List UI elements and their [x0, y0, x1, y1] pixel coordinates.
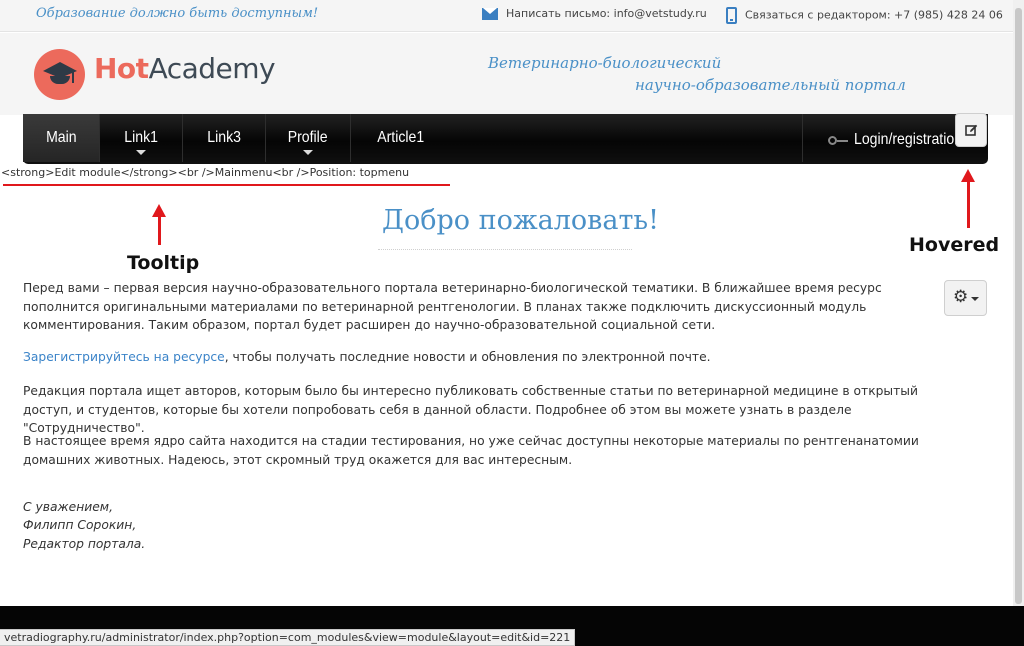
page-title: Добро пожаловать!: [382, 205, 659, 236]
gear-icon: ⚙: [953, 287, 969, 307]
tooltip-underline: [3, 184, 450, 186]
article-paragraph-2: Зарегистрируйтесь на ресурсе, чтобы полу…: [23, 350, 711, 364]
hovered-annotation: Hovered: [909, 234, 1000, 256]
hovered-arrow: [961, 169, 975, 228]
envelope-icon: [482, 8, 498, 20]
article-paragraph-4: В настоящее время ядро сайта находится н…: [23, 434, 919, 467]
contact-phone-text: Связаться с редактором: +7 (985) 428 24 …: [745, 8, 1003, 22]
key-icon: [828, 136, 848, 145]
article-options-button[interactable]: ⚙: [944, 280, 987, 316]
signature-line-1: С уважением,: [23, 500, 113, 514]
nav-item-profile[interactable]: Profile: [266, 114, 351, 162]
top-strip: Образование должно быть доступным! Напис…: [0, 0, 1024, 32]
nav-item-link1[interactable]: Link1: [100, 114, 183, 162]
top-menu: Main Link1 Link3 Profile Article1 Login/…: [23, 114, 988, 164]
nav-item-article1[interactable]: Article1: [351, 114, 451, 162]
mobile-phone-icon: [726, 7, 737, 24]
contact-phone[interactable]: Связаться с редактором: +7 (985) 428 24 …: [726, 7, 1003, 24]
portal-tagline-line1: Ветеринарно-биологический: [488, 54, 722, 72]
graduation-cap-icon[interactable]: [34, 49, 85, 100]
site-slogan: Образование должно быть доступным!: [36, 6, 319, 21]
article-paragraph-3: Редакция портала ищет авторов, которым б…: [23, 384, 919, 435]
edit-icon: [965, 124, 978, 136]
scrollbar-thumb[interactable]: [1015, 8, 1022, 604]
article-paragraph-1: Перед вами – первая версия научно-образо…: [23, 281, 882, 332]
register-link[interactable]: Зарегистрируйтесь на ресурсе: [23, 350, 225, 364]
browser-status-bar: vetradiography.ru/administrator/index.ph…: [0, 629, 576, 646]
signature-line-2: Филипп Сорокин,: [23, 518, 137, 532]
portal-tagline-line2: научно-образовательный портал: [635, 76, 906, 94]
edit-module-button[interactable]: [955, 113, 987, 147]
title-divider: [378, 249, 632, 250]
nav-item-link3[interactable]: Link3: [183, 114, 266, 162]
tooltip-arrow: [152, 204, 166, 245]
chevron-down-icon: [136, 150, 146, 155]
chevron-down-icon: [971, 297, 979, 301]
tooltip-annotation: Tooltip: [127, 252, 200, 274]
module-tooltip: <strong>Edit module</strong><br />Mainme…: [1, 166, 410, 179]
contact-email-text: Написать письмо: info@vetstudy.ru: [506, 7, 707, 20]
contact-email[interactable]: Написать письмо: info@vetstudy.ru: [482, 7, 707, 20]
nav-item-main[interactable]: Main: [23, 114, 100, 162]
chevron-down-icon: [303, 150, 313, 155]
signature-line-3: Редактор портала.: [23, 537, 146, 551]
site-logo[interactable]: HotAcademy: [94, 52, 276, 85]
